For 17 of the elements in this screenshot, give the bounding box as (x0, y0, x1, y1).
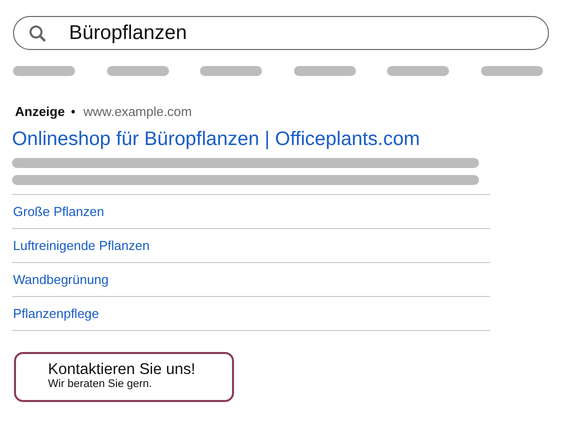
search-icon (28, 24, 48, 44)
placeholder-bar (480, 66, 543, 76)
sitelink[interactable]: Wandbegrünung (12, 263, 490, 297)
placeholder-bar (13, 66, 75, 76)
ad-label: Anzeige (15, 104, 65, 119)
search-field[interactable]: Büropflanzen (13, 16, 549, 50)
sitelink[interactable]: Luftreinigende Pflanzen (12, 229, 490, 263)
sitelink[interactable]: Pflanzenpflege (12, 297, 490, 331)
sitelink[interactable]: Große Pflanzen (12, 195, 490, 229)
placeholder-bar (294, 66, 356, 76)
contact-button[interactable]: Kontaktieren Sie uns! Wir beraten Sie gern. (14, 352, 234, 402)
placeholder-bar (106, 66, 169, 76)
separator-dot: • (70, 104, 76, 119)
placeholder-bar (200, 66, 262, 76)
placeholder-bar (387, 66, 450, 76)
ad-title-link[interactable]: Onlineshop für Büropflanzen | Officeplants.com (12, 128, 490, 151)
ad-url: www.example.com (83, 104, 192, 119)
